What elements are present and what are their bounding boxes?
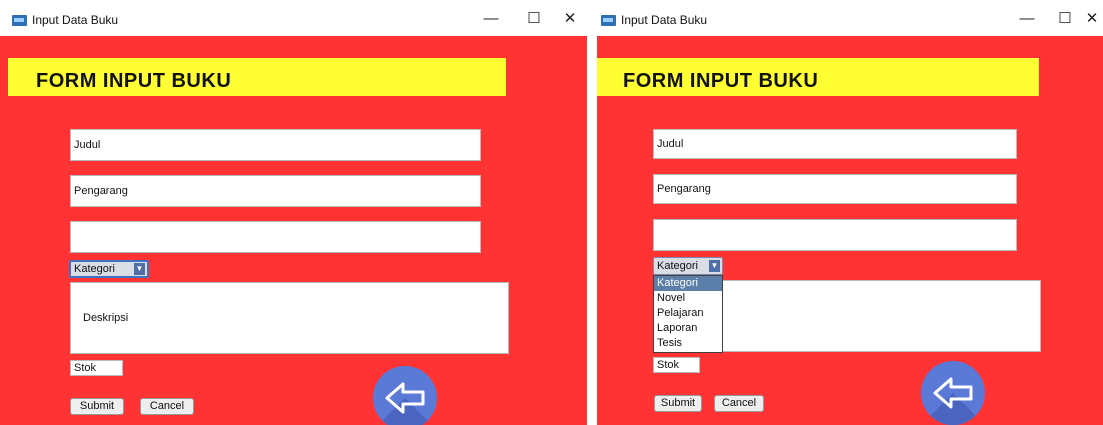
- stok-value: Stok: [657, 359, 680, 371]
- form-title: FORM INPUT BUKU: [623, 70, 819, 92]
- cancel-button[interactable]: Cancel: [140, 398, 194, 415]
- window-title: Input Data Buku: [32, 13, 119, 27]
- java-app-icon: [601, 15, 616, 26]
- empty-field[interactable]: [653, 219, 1017, 251]
- minimize-button[interactable]: —: [479, 9, 503, 29]
- judul-value: Judul: [74, 139, 101, 151]
- form-title: FORM INPUT BUKU: [36, 70, 232, 92]
- form-banner: FORM INPUT BUKU: [8, 58, 506, 96]
- back-button[interactable]: [921, 361, 985, 425]
- deskripsi-textarea[interactable]: Deskripsi: [70, 282, 509, 354]
- kategori-combobox[interactable]: Kategori ▼: [653, 257, 723, 275]
- title-bar[interactable]: Input Data Buku — ☐ ✕: [597, 0, 1103, 36]
- stok-value: Stok: [74, 362, 97, 374]
- pengarang-value: Pengarang: [657, 183, 711, 195]
- judul-value: Judul: [657, 138, 684, 150]
- pengarang-value: Pengarang: [74, 185, 128, 197]
- maximize-button[interactable]: ☐: [522, 9, 546, 29]
- stok-field[interactable]: Stok: [653, 357, 700, 373]
- window-left: Input Data Buku — ☐ ✕ FORM INPUT BUKU Ju…: [0, 0, 587, 425]
- close-button[interactable]: ✕: [1080, 9, 1103, 29]
- close-button[interactable]: ✕: [558, 9, 582, 29]
- submit-button[interactable]: Submit: [70, 398, 124, 415]
- title-bar[interactable]: Input Data Buku — ☐ ✕: [0, 0, 587, 36]
- kategori-selected: Kategori: [74, 263, 115, 275]
- arrow-left-icon: [933, 377, 973, 409]
- dropdown-option[interactable]: Novel: [654, 291, 722, 306]
- java-app-icon: [12, 15, 27, 26]
- empty-field[interactable]: [70, 221, 481, 253]
- window-title: Input Data Buku: [621, 13, 708, 27]
- form-panel: FORM INPUT BUKU Judul Pengarang Kategori…: [0, 36, 587, 425]
- dropdown-option[interactable]: Kategori: [654, 276, 722, 291]
- dropdown-option[interactable]: Laporan: [654, 321, 722, 336]
- stok-field[interactable]: Stok: [70, 360, 123, 376]
- submit-button[interactable]: Submit: [654, 395, 702, 412]
- dropdown-option[interactable]: Pelajaran: [654, 306, 722, 321]
- judul-field[interactable]: Judul: [653, 129, 1017, 159]
- judul-field[interactable]: Judul: [70, 129, 481, 161]
- caret-down-icon: ▼: [134, 263, 145, 275]
- deskripsi-value: Deskripsi: [83, 312, 129, 324]
- maximize-button[interactable]: ☐: [1053, 9, 1077, 29]
- pengarang-field[interactable]: Pengarang: [653, 174, 1017, 204]
- kategori-dropdown-list: Kategori Novel Pelajaran Laporan Tesis: [653, 275, 723, 353]
- minimize-button[interactable]: —: [1015, 9, 1039, 29]
- pengarang-field[interactable]: Pengarang: [70, 175, 481, 207]
- form-panel: FORM INPUT BUKU Judul Pengarang Kategori…: [597, 36, 1103, 425]
- cancel-button[interactable]: Cancel: [714, 395, 764, 412]
- arrow-left-icon: [385, 382, 425, 414]
- kategori-selected: Kategori: [657, 260, 698, 272]
- caret-down-icon: ▼: [709, 260, 720, 272]
- kategori-combobox[interactable]: Kategori ▼: [69, 260, 149, 278]
- back-button[interactable]: [373, 366, 437, 425]
- form-banner: FORM INPUT BUKU: [597, 58, 1039, 96]
- dropdown-option[interactable]: Tesis: [654, 336, 722, 351]
- window-right: Input Data Buku — ☐ ✕ FORM INPUT BUKU Ju…: [597, 0, 1103, 425]
